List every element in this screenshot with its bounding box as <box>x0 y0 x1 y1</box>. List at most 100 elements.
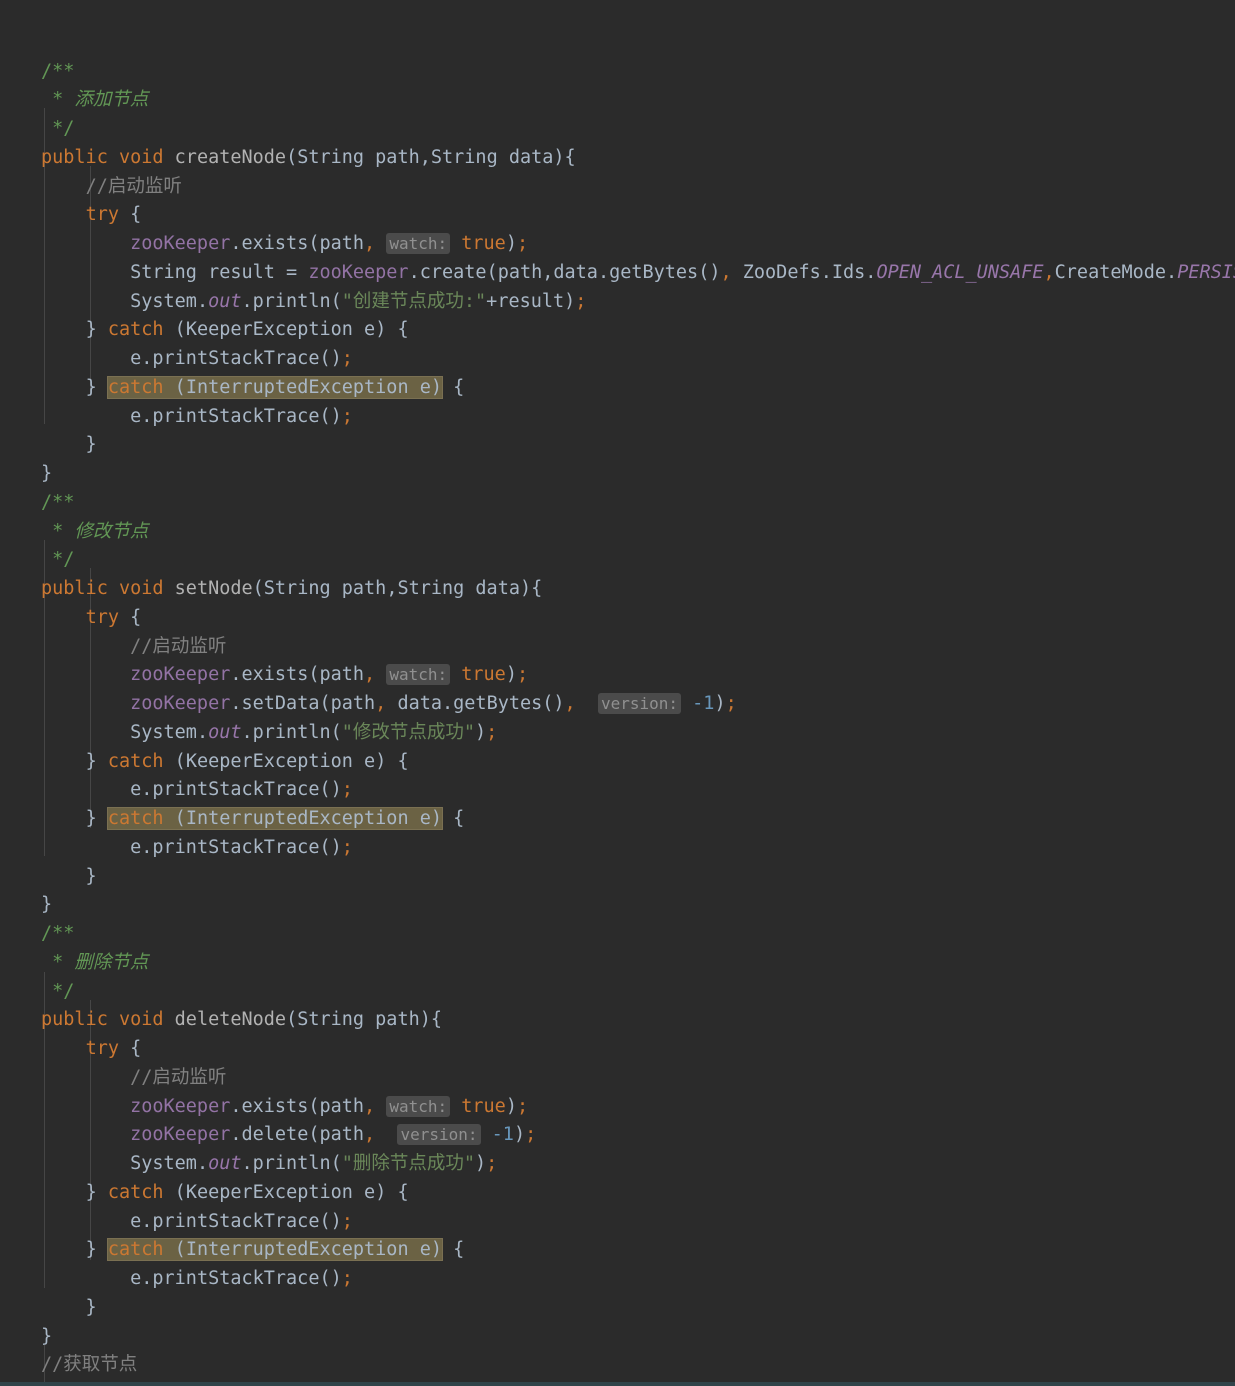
code-line-18[interactable]: */ <box>0 546 1235 575</box>
code-line-5[interactable]: //启动监听 <box>0 173 1235 202</box>
exception-KeeperException-3: KeeperException <box>185 1181 353 1203</box>
line-comment-text-2: //启动监听 <box>130 635 227 657</box>
code-line-8[interactable]: String result = zooKeeper.create(path,da… <box>0 259 1235 288</box>
arg-path-6: path <box>319 1095 365 1117</box>
code-line-30[interactable]: } <box>0 891 1235 920</box>
code-line-24[interactable]: System.out.println("修改节点成功"); <box>0 719 1235 748</box>
dot: . <box>241 290 253 312</box>
code-line-28[interactable]: e.printStackTrace(); <box>0 834 1235 863</box>
close-brace: } <box>85 1239 108 1261</box>
code-line-21[interactable]: //启动监听 <box>0 633 1235 662</box>
brace: { <box>442 808 465 829</box>
code-line-32[interactable]: * 删除节点 <box>0 949 1235 978</box>
code-line-15[interactable]: } <box>0 460 1235 489</box>
brace: { <box>442 376 465 398</box>
code-line-14[interactable]: } <box>0 431 1235 460</box>
arg-path-3: path <box>319 664 365 686</box>
exception-InterruptedException-2: InterruptedException <box>185 808 409 829</box>
close-brace: ){ <box>553 146 576 168</box>
javadoc-star-3: * <box>41 951 75 973</box>
code-line-23[interactable]: zooKeeper.setData(path, data.getBytes(),… <box>0 690 1235 719</box>
code-line-36[interactable]: //启动监听 <box>0 1064 1235 1093</box>
keyword-void-3: void <box>118 1009 164 1031</box>
dot: . <box>196 721 209 743</box>
brace: ) { <box>375 750 409 772</box>
code-line-19[interactable]: public void setNode(String path,String d… <box>0 575 1235 604</box>
keyword-public-3: public <box>41 1009 108 1031</box>
code-line-44[interactable]: } <box>0 1294 1235 1323</box>
code-line-33[interactable]: */ <box>0 978 1235 1007</box>
code-line-17[interactable]: * 修改节点 <box>0 518 1235 547</box>
code-line-22[interactable]: zooKeeper.exists(path, watch: true); <box>0 661 1235 690</box>
close-brace: } <box>85 1181 108 1203</box>
code-line-31[interactable]: /** <box>0 920 1235 949</box>
code-line-39[interactable]: System.out.println("删除节点成功"); <box>0 1150 1235 1179</box>
code-line-41[interactable]: e.printStackTrace(); <box>0 1208 1235 1237</box>
method-name-setNode: setNode <box>174 578 253 599</box>
code-line-9[interactable]: System.out.println("创建节点成功:"+result); <box>0 288 1235 317</box>
code-line-43[interactable]: e.printStackTrace(); <box>0 1265 1235 1294</box>
code-editor[interactable]: /** * 添加节点 */public void createNode(Stri… <box>0 0 1235 1386</box>
code-line-27[interactable]: } catch (InterruptedException e) { <box>0 805 1235 834</box>
code-content[interactable]: /** * 添加节点 */public void createNode(Stri… <box>0 0 1235 1386</box>
code-line-45[interactable]: } <box>0 1323 1235 1352</box>
code-line-11[interactable]: e.printStackTrace(); <box>0 345 1235 374</box>
paren: ( <box>286 1009 298 1031</box>
code-line-4[interactable]: public void createNode(String path,Strin… <box>0 144 1235 173</box>
type-String-4: String <box>263 578 331 599</box>
code-line-37[interactable]: zooKeeper.exists(path, watch: true); <box>0 1093 1235 1122</box>
comma: , <box>364 233 376 254</box>
code-line-6[interactable]: try { <box>0 201 1235 230</box>
code-line-42[interactable]: } catch (InterruptedException e) { <box>0 1236 1235 1265</box>
line-comment-start-watch <box>41 176 86 197</box>
dot: . <box>196 290 209 312</box>
code-line-2[interactable]: * 添加节点 <box>0 86 1235 115</box>
javadoc-text-add-node: 添加节点 <box>74 89 149 111</box>
comma: , <box>720 261 732 283</box>
call-printStackTrace-6: printStackTrace <box>152 1268 320 1289</box>
code-line-20[interactable]: try { <box>0 604 1235 633</box>
type-String-2: String <box>430 146 498 168</box>
code-line-1[interactable]: /** <box>0 58 1235 87</box>
code-line-13[interactable]: e.printStackTrace(); <box>0 403 1235 432</box>
paren-close: () <box>319 405 342 427</box>
code-line-26[interactable]: e.printStackTrace(); <box>0 776 1235 805</box>
highlighted-occurrence-catch-interrupted-3[interactable]: catch (InterruptedException e) <box>107 1239 443 1261</box>
dot: . <box>230 664 242 686</box>
code-line-38[interactable]: zooKeeper.delete(path, version: -1); <box>0 1121 1235 1150</box>
code-line-34[interactable]: public void deleteNode(String path){ <box>0 1006 1235 1035</box>
javadoc-close-token-3: */ <box>52 980 75 1002</box>
code-line-40[interactable]: } catch (KeeperException e) { <box>0 1179 1235 1208</box>
paren-close: ) <box>505 664 517 686</box>
code-line-16[interactable]: /** <box>0 489 1235 518</box>
code-line-3[interactable]: */ <box>0 115 1235 144</box>
keyword-try: try <box>85 204 119 226</box>
code-line-12[interactable]: } catch (InterruptedException e) { <box>0 374 1235 403</box>
code-line-46[interactable]: //获取节点 <box>0 1351 1235 1380</box>
semicolon: ; <box>516 1095 529 1117</box>
highlighted-occurrence-catch-interrupted-2[interactable]: catch (InterruptedException e) <box>107 808 443 829</box>
paren-close: ) <box>714 693 726 714</box>
code-line-35[interactable]: try { <box>0 1035 1235 1064</box>
dot: . <box>141 836 153 858</box>
paren-close: () <box>698 261 721 283</box>
highlighted-occurrence-catch-interrupted[interactable]: catch (InterruptedException e) <box>107 376 443 398</box>
code-line-25[interactable]: } catch (KeeperException e) { <box>0 748 1235 777</box>
keyword-public: public <box>41 146 108 168</box>
javadoc-open: /** <box>41 60 75 82</box>
code-line-10[interactable]: } catch (KeeperException e) { <box>0 316 1235 345</box>
keyword-catch: catch <box>107 319 164 341</box>
code-line-29[interactable]: } <box>0 863 1235 892</box>
code-line-7[interactable]: zooKeeper.exists(path, watch: true); <box>0 230 1235 259</box>
arg-path-2: path <box>497 261 543 283</box>
dot: . <box>141 779 153 801</box>
